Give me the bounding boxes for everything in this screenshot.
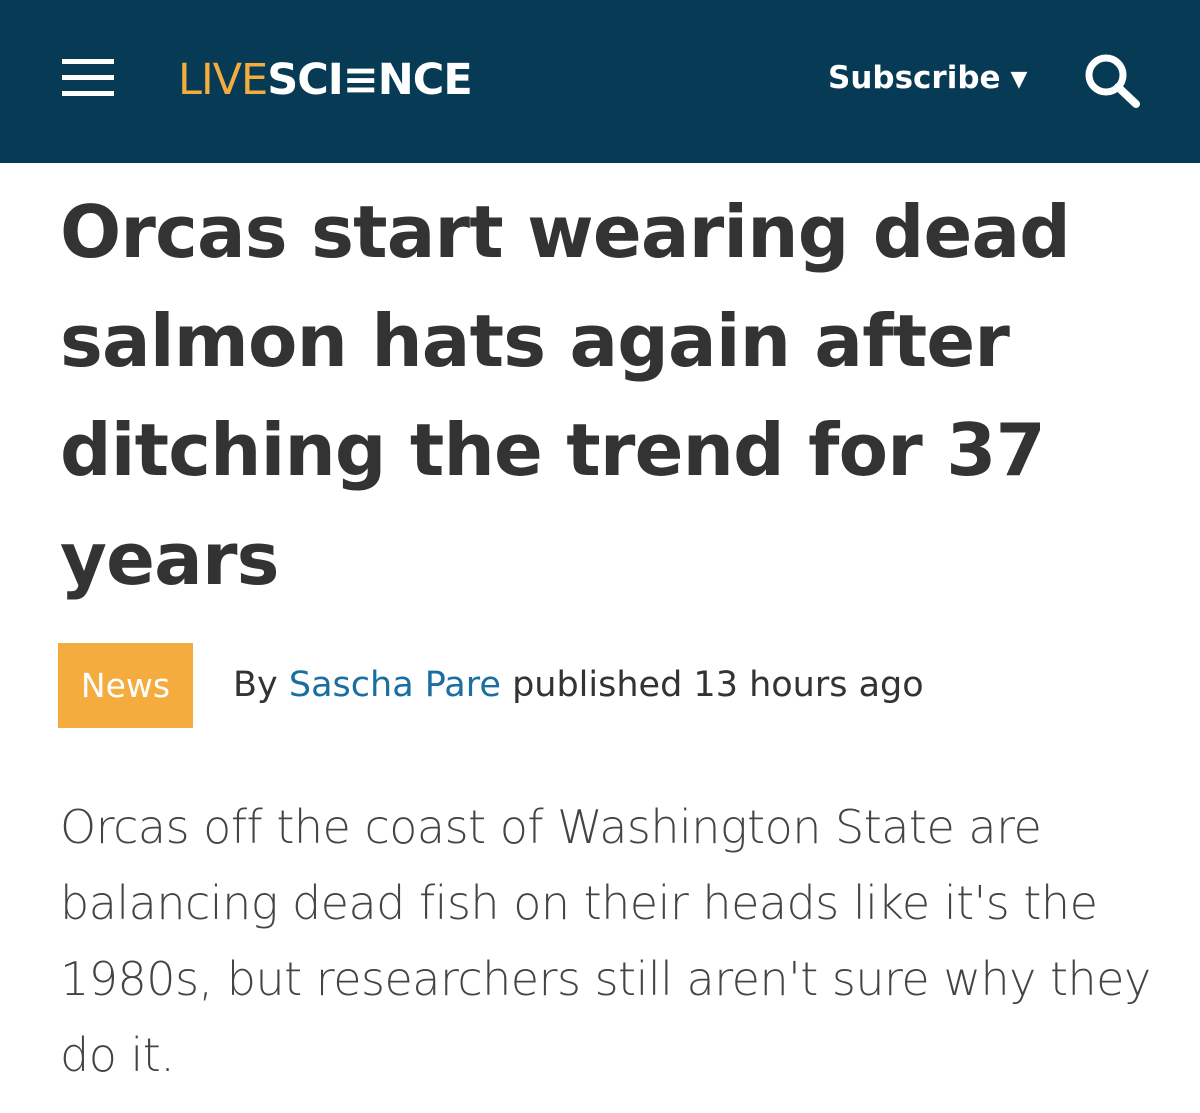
article-headline: Orcas start wearing dead salmon hats aga… — [60, 190, 1071, 601]
published-time: published 13 hours ago — [512, 665, 924, 705]
menu-bar-top — [62, 59, 114, 64]
site-header: LIVESCI≡NCE Subscribe ▼ — [0, 0, 1200, 163]
hamburger-menu-icon[interactable] — [62, 59, 114, 99]
chevron-down-icon: ▼ — [1010, 67, 1028, 92]
category-badge[interactable]: News — [58, 643, 193, 728]
subscribe-button[interactable]: Subscribe ▼ — [828, 56, 1027, 100]
search-icon[interactable] — [1082, 52, 1144, 108]
article-meta: News By Sascha Pare published 13 hours a… — [58, 643, 1158, 728]
byline: By Sascha Pare published 13 hours ago — [233, 643, 924, 728]
subscribe-label: Subscribe — [828, 60, 1001, 96]
search-icon-graphic — [1085, 54, 1140, 108]
logo-live-text: LIVE — [178, 55, 268, 105]
menu-bar-bottom — [62, 91, 114, 96]
author-link[interactable]: Sascha Pare — [289, 665, 501, 705]
byline-prefix: By — [233, 665, 278, 705]
article-standfirst: Orcas off the coast of Washington State … — [60, 800, 1151, 1082]
site-logo[interactable]: LIVESCI≡NCE — [178, 52, 473, 108]
menu-bar-middle — [62, 75, 114, 80]
logo-science-text: SCI≡NCE — [267, 55, 472, 105]
